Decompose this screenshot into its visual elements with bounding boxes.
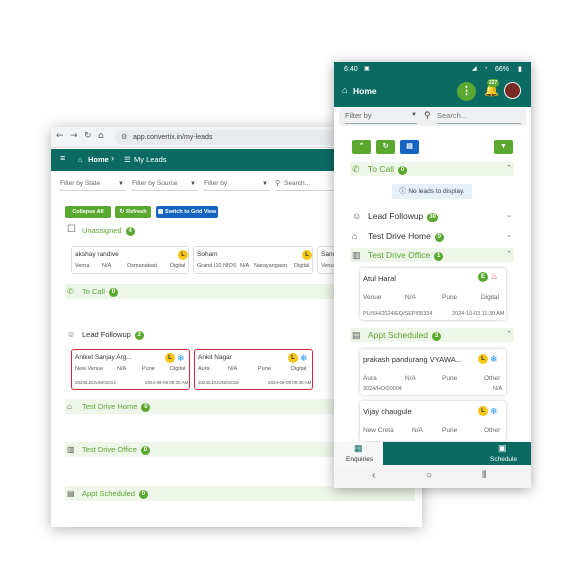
lead-badge: L [302,250,312,260]
lead-card-overdue[interactable]: Aniket Sanjay Arg... L ❄ New Venue N/A P… [71,349,190,390]
lead-card[interactable]: Vijay chaugule L ❄ New Creta N/A Pune Ot… [360,401,506,441]
empty-state-alert: ⓘ No leads to display. [392,184,472,199]
search-input[interactable]: Search... [437,111,521,124]
collapse-all-button[interactable]: Collapse All [65,206,111,218]
notification-count: 227 [487,79,500,87]
menu-icon[interactable]: ≡ [60,153,65,163]
android-nav-bar: ‹ ○ ⦀ [334,465,531,488]
chevron-down-icon: ⌄ [506,232,512,239]
status-bar: 6:40 ▣ ◢ ◔ 66% ▮ [334,62,531,77]
battery-icon: ▮ [518,66,522,73]
bottom-tab-bar: ▦ Enquiries ▣ Schedule [334,442,531,465]
grid-view-button[interactable]: ▦ Switch to Grid View [156,206,218,218]
checkbox-icon[interactable]: ☐ [67,222,76,237]
cold-snowflake-icon: ❄ [300,353,308,363]
phone-icon: ✆ [352,164,360,174]
search-icon: ⚲ [275,180,281,187]
schedule-icon: ▣ [498,443,507,453]
tab-schedule[interactable]: ▣ Schedule [484,442,531,465]
lead-badge: E [478,272,488,282]
breadcrumb-separator-icon: › [111,153,114,163]
filter-by-select[interactable]: Filter by ▼ [345,111,417,124]
status-time: 6:40 [344,66,358,73]
phone-icon: ✆ [67,287,74,296]
grid-icon: ▦ [157,209,166,215]
refresh-button[interactable]: ↻ Refresh [115,206,151,218]
filter-state-select[interactable]: Filter by State ▼ [60,177,126,191]
list-icon: ☰ [124,155,131,164]
grid-view-button[interactable]: ▤ [400,140,419,154]
back-icon[interactable]: ← [56,131,64,141]
header-home[interactable]: Home [353,86,377,96]
section-appt-scheduled[interactable]: ▤ Appt Scheduled 0 [65,486,415,501]
filter-button[interactable]: ▼ [494,140,513,154]
cold-snowflake-icon: ❄ [177,353,185,363]
caret-down-icon: ▼ [190,181,196,187]
chevron-up-icon: ⌃ [506,331,512,338]
refresh-button[interactable]: ↻ [376,140,395,154]
phone-section-to-call[interactable]: ✆ To Call 0 ⌃ [350,162,514,176]
lead-badge: L [165,353,175,363]
phone-screen: 6:40 ▣ ◢ ◔ 66% ▮ ⌂ Home ⋮ 🔔 227 Filter b… [334,62,531,488]
office-icon: ▥ [67,445,75,454]
phone-filter-bar: Filter by ▼ ⚲ Search... [339,108,526,126]
chevron-up-icon: ⌃ [506,251,512,258]
lead-badge: L [478,406,488,416]
signal-icon: ◢ [472,66,477,72]
phone-section-appt-scheduled[interactable]: ▤ Appt Scheduled 3 ⌃ [350,328,514,342]
chat-icon: ☺ [67,330,76,339]
notification-status-icon: ▣ [364,66,370,72]
home-icon: ⌂ [342,85,348,95]
forward-icon[interactable]: → [70,131,78,141]
breadcrumb-current: My Leads [134,155,167,164]
phone-app-header: ⌂ Home ⋮ 🔔 227 [334,77,531,107]
home-car-icon: ⌂ [352,231,358,241]
breadcrumb-home[interactable]: Home [88,155,109,164]
wifi-icon: ◔ [484,66,488,72]
collapse-button[interactable]: ⌃ [352,140,371,154]
more-menu-button[interactable]: ⋮ [457,82,476,101]
cold-snowflake-icon: ❄ [490,406,498,416]
lead-badge: L [478,354,488,364]
filter-by-select[interactable]: Filter by ▼ [204,177,270,191]
nav-home-icon[interactable]: ○ [426,470,432,481]
avatar[interactable] [504,82,521,99]
cold-snowflake-icon: ❄ [490,354,498,364]
enquiries-icon: ▦ [354,443,363,453]
office-icon: ▥ [352,250,361,260]
home-small-icon: ⌂ [78,155,83,164]
caret-down-icon: ▼ [262,181,268,187]
chat-icon: ☺ [352,211,362,221]
calendar-icon: ▤ [67,489,75,498]
chevron-up-icon: ⌃ [506,165,512,172]
site-info-icon[interactable]: ⚙ [121,130,127,145]
lead-card[interactable]: Atul Haral E ♨ Venue N/A Pune Digital PU… [360,268,506,320]
reload-icon[interactable]: ↻ [84,131,92,141]
info-icon: ⓘ [399,188,409,195]
phone-section-test-drive-home[interactable]: ⌂ Test Drive Home 0 ⌄ [350,229,514,243]
chevron-down-icon: ⌄ [506,212,512,219]
lead-card[interactable]: prakash pandurang VYAWA... L ❄ Aura N/A … [360,349,506,395]
battery-level: 66% [495,66,510,73]
phone-section-test-drive-office[interactable]: ▥ Test Drive Office 1 ⌃ [350,248,514,262]
lead-card[interactable]: akshay randive L Verna N/A Osmanabad Dig… [71,246,189,274]
tab-enquiries[interactable]: ▦ Enquiries [334,442,383,465]
home-car-icon: ⌂ [67,402,72,411]
calendar-icon: ▤ [352,330,361,340]
caret-down-icon: ▼ [118,181,124,187]
search-icon: ⚲ [424,110,431,120]
lead-badge: L [288,353,298,363]
lead-card[interactable]: Soham L Grand I10 NIOS N/A Narayangaon D… [193,246,313,274]
hot-fire-icon: ♨ [490,271,499,281]
lead-badge: L [178,250,188,260]
phone-section-lead-followup[interactable]: ☺ Lead Followup 30 ⌄ [350,209,514,223]
nav-recents-icon[interactable]: ⦀ [482,470,486,481]
home-icon[interactable]: ⌂ [98,131,104,141]
filter-source-select[interactable]: Filter by Source ▼ [132,177,198,191]
lead-card-overdue[interactable]: Ankit Nagar L ❄ Aura N/A Pune Digital 20… [194,349,313,390]
url-text: app.convertix.in/my-leads [133,134,213,141]
nav-back-icon[interactable]: ‹ [372,470,375,481]
caret-down-icon: ▼ [411,112,417,118]
